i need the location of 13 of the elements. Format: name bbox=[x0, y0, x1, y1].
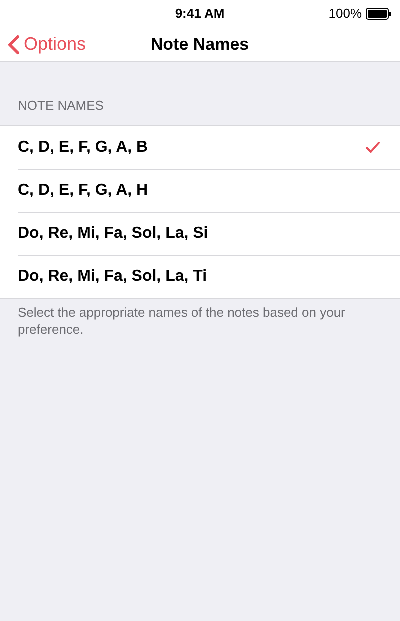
page-title: Note Names bbox=[150, 34, 250, 56]
section-header: NOTE NAMES bbox=[18, 98, 104, 113]
note-names-option[interactable]: C, D, E, F, G, A, B bbox=[18, 126, 400, 169]
back-button[interactable]: Options bbox=[0, 31, 86, 58]
note-names-option[interactable]: Do, Re, Mi, Fa, Sol, La, Ti bbox=[18, 255, 400, 298]
section-footer: Select the appropriate names of the notes based on your preference. bbox=[0, 299, 400, 338]
battery-percent: 100% bbox=[328, 5, 362, 24]
checkmark-icon bbox=[366, 142, 380, 153]
note-names-option[interactable]: Do, Re, Mi, Fa, Sol, La, Si bbox=[18, 212, 400, 255]
back-chevron-icon bbox=[8, 34, 20, 54]
status-time: 9:41 AM bbox=[175, 5, 225, 24]
note-names-option[interactable]: C, D, E, F, G, A, H bbox=[18, 169, 400, 212]
battery-icon bbox=[366, 8, 392, 20]
